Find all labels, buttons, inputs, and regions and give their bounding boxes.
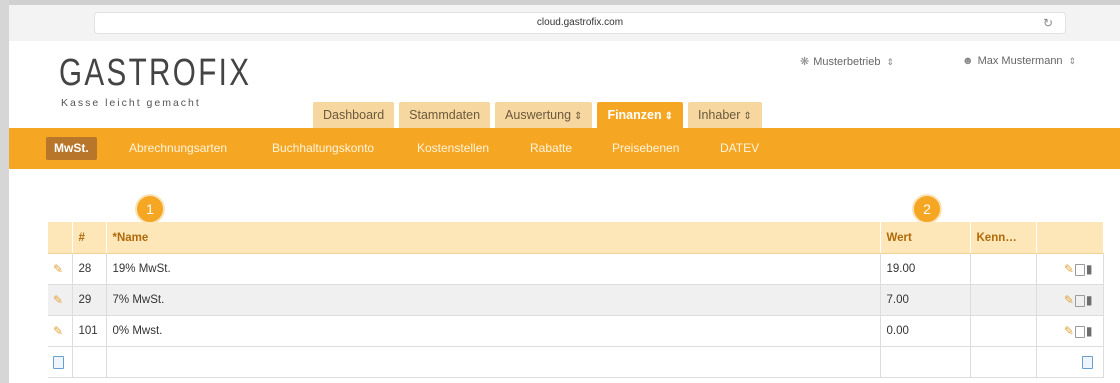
main-tabs: Dashboard Stammdaten Auswertung ⇕ Finanze…	[313, 102, 767, 128]
browser-toolbar: cloud.gastrofix.com ↻	[9, 5, 1120, 42]
row-wert[interactable]: 19.00	[880, 253, 971, 285]
row-edit-cell[interactable]: ✎	[48, 284, 73, 316]
empty-cell	[72, 346, 107, 378]
business-menu[interactable]: ❋ Musterbetrieb ⇕	[800, 55, 894, 68]
subnav-mwst[interactable]: MwSt.	[46, 137, 97, 160]
column-header-kenn[interactable]: Kenn…	[970, 222, 1037, 254]
business-menu-label: Musterbetrieb	[813, 56, 881, 68]
pencil-icon[interactable]: ✎	[53, 293, 63, 307]
tab-label: Auswertung	[505, 108, 572, 122]
address-text: cloud.gastrofix.com	[536, 17, 624, 28]
callout-badge-1: 1	[135, 194, 165, 224]
tab-stammdaten[interactable]: Stammdaten	[399, 102, 491, 128]
reload-icon[interactable]: ↻	[1043, 13, 1053, 33]
subnav-preisebenen[interactable]: Preisebenen	[612, 137, 679, 160]
tab-label: Inhaber	[698, 108, 741, 122]
subnav-kostenstellen[interactable]: Kostenstellen	[417, 137, 489, 160]
row-id: 28	[72, 253, 107, 285]
empty-cell	[106, 346, 881, 378]
app-header: GASTROFIX Kasse leicht gemacht ❋ Musterbe…	[9, 41, 1120, 128]
copy-icon[interactable]	[1074, 294, 1085, 307]
user-icon: ☻	[962, 55, 974, 67]
column-header-wert[interactable]: Wert	[880, 222, 971, 254]
updown-caret-icon: ⇕	[743, 111, 752, 122]
column-header-edit	[48, 222, 73, 254]
user-menu[interactable]: ☻ Max Mustermann ⇕	[962, 55, 1076, 67]
updown-caret-icon: ⇕	[1068, 56, 1077, 66]
pencil-icon[interactable]: ✎	[1064, 324, 1074, 338]
new-record-icon[interactable]	[53, 355, 64, 369]
tab-auswertung[interactable]: Auswertung ⇕	[495, 102, 593, 128]
column-header-id[interactable]: #	[72, 222, 107, 254]
row-id: 29	[72, 284, 107, 316]
window-left-border	[0, 0, 9, 383]
subnav-abrechnungsarten[interactable]: Abrechnungsarten	[129, 137, 227, 160]
tab-dashboard[interactable]: Dashboard	[313, 102, 395, 128]
updown-caret-icon: ⇕	[664, 111, 673, 122]
pencil-icon[interactable]: ✎	[1064, 293, 1074, 307]
copy-icon[interactable]	[1074, 325, 1085, 338]
trash-icon[interactable]: ▮	[1086, 324, 1093, 338]
subnav-datev[interactable]: DATEV	[720, 137, 759, 160]
subnav-rabatte[interactable]: Rabatte	[530, 137, 572, 160]
table-row[interactable]: ✎ 29 7% MwSt. 7.00 ✎ ▮	[48, 284, 1104, 316]
table-header-row: # *Name Wert Kenn…	[48, 222, 1104, 254]
tab-inhaber[interactable]: Inhaber ⇕	[688, 102, 762, 128]
row-name[interactable]: 0% Mwst.	[106, 315, 881, 347]
tab-label: Stammdaten	[409, 108, 481, 122]
row-kenn[interactable]	[970, 284, 1037, 316]
table-row[interactable]: ✎ 101 0% Mwst. 0.00 ✎ ▮	[48, 315, 1104, 347]
row-actions: ✎ ▮	[1036, 315, 1104, 347]
tab-label: Finanzen	[607, 108, 662, 122]
trash-icon[interactable]: ▮	[1086, 262, 1093, 276]
user-menu-label: Max Mustermann	[977, 55, 1063, 67]
row-kenn[interactable]	[970, 315, 1037, 347]
pencil-icon[interactable]: ✎	[53, 324, 63, 338]
pencil-icon[interactable]: ✎	[1064, 262, 1074, 276]
row-edit-cell[interactable]: ✎	[48, 253, 73, 285]
updown-caret-icon: ⇕	[886, 57, 895, 67]
row-wert[interactable]: 7.00	[880, 284, 971, 316]
table-row[interactable]: ✎ 28 19% MwSt. 19.00 ✎ ▮	[48, 253, 1104, 285]
trash-icon[interactable]: ▮	[1086, 293, 1093, 307]
new-record-icon[interactable]	[1081, 355, 1093, 369]
row-wert[interactable]: 0.00	[880, 315, 971, 347]
tab-finanzen[interactable]: Finanzen ⇕	[597, 102, 683, 128]
logo-title: GASTROFIX	[59, 52, 252, 94]
row-actions: ✎ ▮	[1036, 284, 1104, 316]
tab-label: Dashboard	[323, 108, 385, 122]
column-header-actions	[1036, 222, 1104, 254]
copy-icon[interactable]	[1074, 263, 1085, 276]
subnav-buchhaltungskonto[interactable]: Buchhaltungskonto	[272, 137, 374, 160]
updown-caret-icon: ⇕	[574, 111, 583, 122]
vat-table: # *Name Wert Kenn… ✎ 28 19% MwSt. 19.00 …	[48, 222, 1104, 378]
home-icon: ❋	[800, 56, 810, 68]
row-kenn[interactable]	[970, 253, 1037, 285]
empty-cell	[970, 346, 1037, 378]
empty-cell	[880, 346, 971, 378]
address-bar[interactable]: cloud.gastrofix.com ↻	[94, 12, 1066, 34]
row-edit-cell[interactable]: ✎	[48, 315, 73, 347]
column-header-name[interactable]: *Name	[106, 222, 881, 254]
new-row-cell[interactable]	[48, 346, 73, 378]
sub-navigation: MwSt. Abrechnungsarten Buchhaltungskonto…	[9, 128, 1120, 169]
row-name[interactable]: 19% MwSt.	[106, 253, 881, 285]
callout-badge-2: 2	[912, 194, 942, 224]
row-actions: ✎ ▮	[1036, 253, 1104, 285]
new-row-actions	[1036, 346, 1104, 378]
pencil-icon[interactable]: ✎	[53, 262, 63, 276]
new-row[interactable]	[48, 346, 1104, 378]
row-id: 101	[72, 315, 107, 347]
row-name[interactable]: 7% MwSt.	[106, 284, 881, 316]
logo-subtitle: Kasse leicht gemacht	[61, 97, 201, 109]
